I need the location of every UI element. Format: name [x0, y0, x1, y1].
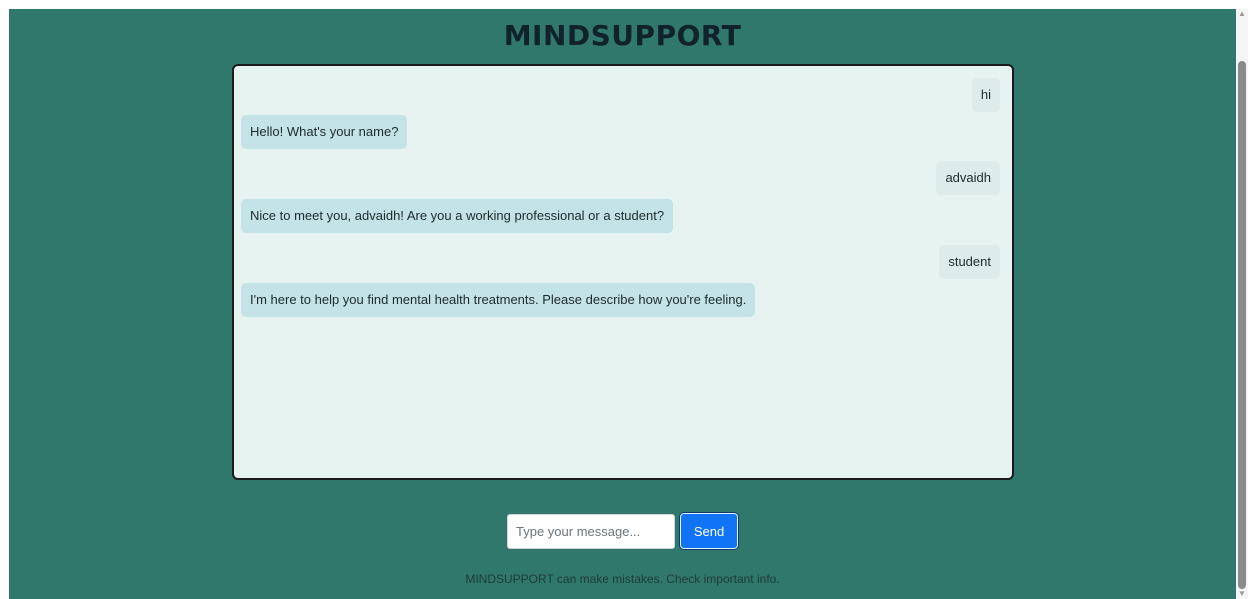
app-container: MINDSUPPORT hi Hello! What's your name? …: [9, 9, 1236, 599]
scroll-down-icon[interactable]: ▼: [1238, 589, 1246, 599]
send-button[interactable]: Send: [680, 513, 738, 549]
scroll-up-icon[interactable]: ▲: [1238, 9, 1246, 19]
user-message: advaidh: [936, 161, 1000, 195]
user-message: student: [939, 245, 1000, 279]
disclaimer-text: MINDSUPPORT can make mistakes. Check imp…: [465, 572, 780, 586]
bot-message: I'm here to help you find mental health …: [241, 283, 756, 317]
app-title: MINDSUPPORT: [503, 19, 742, 52]
bot-message: Hello! What's your name?: [241, 115, 408, 149]
browser-viewport: MINDSUPPORT hi Hello! What's your name? …: [0, 0, 1252, 599]
user-message: hi: [971, 78, 1000, 112]
message-input[interactable]: [507, 514, 675, 549]
chat-window[interactable]: hi Hello! What's your name? advaidh Nice…: [232, 64, 1014, 480]
page-scrollbar[interactable]: ▲ ▼: [1236, 9, 1248, 599]
bot-message: Nice to meet you, advaidh! Are you a wor…: [241, 199, 674, 233]
composer: Send: [9, 513, 1236, 551]
scrollbar-thumb[interactable]: [1238, 61, 1246, 589]
